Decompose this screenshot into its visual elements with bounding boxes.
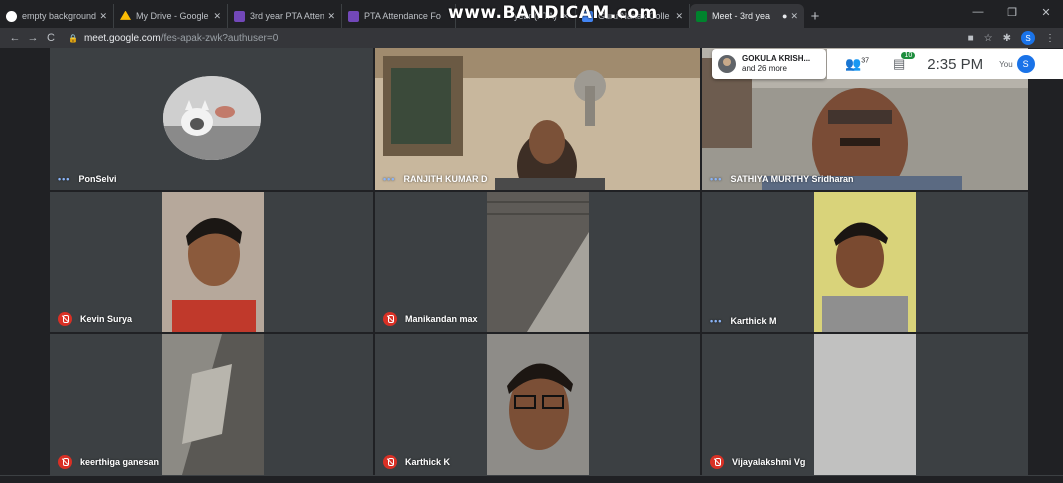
google-forms-icon xyxy=(348,10,359,22)
forward-icon[interactable]: → xyxy=(24,32,42,44)
you-label: You xyxy=(999,59,1013,69)
participants-count: 37 xyxy=(861,57,869,65)
participant-video xyxy=(162,334,264,475)
participant-name-label: ••• PonSelvi xyxy=(58,174,117,184)
close-tab-icon[interactable]: ✕ xyxy=(99,11,107,22)
restore-icon[interactable]: ❐ xyxy=(995,0,1029,24)
participant-name-label: ••• SATHIYA MURTHY Sridharan xyxy=(710,174,854,184)
meet-video-grid: ••• PonSelvi ••• RANJITH KUMAR D ••• SAT… xyxy=(0,48,1063,475)
bottom-bar-edge xyxy=(0,475,1063,483)
address-bar[interactable]: 🔒 meet.google.com/fes-apak-zwk?authuser=… xyxy=(68,33,278,44)
participant-tile[interactable]: ••• RANJITH KUMAR D xyxy=(375,48,700,190)
participant-tile[interactable]: ••• Karthick M xyxy=(702,192,1028,332)
participant-tile[interactable]: ••• PonSelvi xyxy=(50,48,373,190)
browser-tab-active[interactable]: Meet - 3rd yea ● ✕ xyxy=(690,4,804,28)
tab-title: 3rd year PTA Atten xyxy=(250,11,325,21)
meet-top-bar: 👥37 ▤ 10 2:35 PM You S xyxy=(827,49,1063,79)
back-icon[interactable]: ← xyxy=(6,32,24,44)
tab-title: empty background xyxy=(22,11,97,21)
participant-tile[interactable]: keerthiga ganesan xyxy=(50,334,373,475)
lock-icon: 🔒 xyxy=(68,33,78,43)
bandicam-watermark: www.BANDICAM.com xyxy=(448,3,658,23)
browser-tab[interactable]: 3rd year PTA Atten ✕ xyxy=(228,4,342,28)
chat-button[interactable]: ▤ 10 xyxy=(893,52,916,72)
close-tab-icon[interactable]: ✕ xyxy=(675,11,683,22)
browser-toolbar: ← → C 🔒 meet.google.com/fes-apak-zwk?aut… xyxy=(0,28,1063,48)
participant-name-label: keerthiga ganesan xyxy=(58,455,159,469)
chrome-icon xyxy=(6,10,17,22)
close-tab-icon[interactable]: ✕ xyxy=(213,11,221,22)
tab-title: Meet - 3rd yea xyxy=(712,11,771,21)
participant-tile[interactable]: Karthick K xyxy=(375,334,700,475)
participant-video xyxy=(814,192,916,332)
mic-off-icon xyxy=(383,455,397,469)
participant-avatar xyxy=(163,76,261,160)
browser-tab-strip: empty background ✕ My Drive - Google ✕ 3… xyxy=(0,0,1063,28)
url-path: /fes-apak-zwk?authuser=0 xyxy=(160,32,279,44)
participant-video xyxy=(375,48,700,190)
participant-name-label: Kevin Surya xyxy=(58,312,132,326)
meeting-clock: 2:35 PM xyxy=(927,55,984,73)
mic-off-icon xyxy=(58,455,72,469)
browser-tab[interactable]: PTA Attendance Fo xyxy=(342,4,456,28)
audio-indicator-icon: ••• xyxy=(710,316,723,326)
profile-avatar[interactable]: S xyxy=(1021,31,1035,45)
recording-dot-icon: ● xyxy=(782,11,788,21)
cat-photo xyxy=(163,76,261,160)
self-avatar[interactable]: S xyxy=(1016,55,1035,73)
google-drive-icon xyxy=(120,10,131,20)
toolbar-actions: ■ ☆ ✱ S ⋮ xyxy=(968,28,1055,48)
mic-off-icon xyxy=(383,312,397,326)
people-icon: 👥 xyxy=(845,56,862,71)
audio-indicator-icon: ••• xyxy=(58,174,71,184)
google-forms-icon xyxy=(234,10,245,22)
google-meet-icon xyxy=(696,10,707,22)
close-window-icon[interactable]: ✕ xyxy=(1029,0,1063,24)
participant-name-label: ••• RANJITH KUMAR D xyxy=(383,174,488,184)
browser-tab[interactable]: empty background ✕ xyxy=(0,4,114,28)
chat-count-badge: 10 xyxy=(901,52,916,59)
url-host: meet.google.com xyxy=(83,32,161,44)
participant-tile[interactable]: Kevin Surya xyxy=(50,192,373,332)
participant-video xyxy=(162,192,264,332)
participant-video xyxy=(487,334,589,475)
window-controls: — ❐ ✕ xyxy=(961,0,1063,24)
browser-tab[interactable]: My Drive - Google ✕ xyxy=(114,4,228,28)
new-tab-button[interactable]: + xyxy=(804,4,826,28)
presenter-more: and 26 more xyxy=(742,64,787,73)
star-icon[interactable]: ☆ xyxy=(984,33,993,44)
participant-name-label: ••• Karthick M xyxy=(710,316,777,326)
close-tab-icon[interactable]: ✕ xyxy=(327,11,335,22)
audio-indicator-icon: ••• xyxy=(383,174,396,184)
presenter-chip[interactable]: GOKULA KRISH... and 26 more xyxy=(712,49,826,79)
reload-icon[interactable]: C xyxy=(42,32,60,44)
people-button[interactable]: 👥37 xyxy=(845,56,869,72)
mic-off-icon xyxy=(58,312,72,326)
audio-indicator-icon: ••• xyxy=(710,174,723,184)
tab-title: My Drive - Google xyxy=(136,11,209,21)
participant-name-label: Vijayalakshmi Vg xyxy=(710,455,805,469)
presenter-name: GOKULA KRISH... xyxy=(742,54,811,63)
participant-name-label: Karthick K xyxy=(383,455,450,469)
minimize-icon[interactable]: — xyxy=(961,0,995,24)
mic-off-icon xyxy=(710,455,724,469)
participant-name-label: Manikandan max xyxy=(383,312,478,326)
close-tab-icon[interactable]: ✕ xyxy=(790,11,798,22)
participant-video xyxy=(487,192,589,332)
participant-video xyxy=(814,334,916,475)
presenter-avatar xyxy=(718,55,736,73)
tab-title: PTA Attendance Fo xyxy=(364,11,441,21)
participant-tile[interactable]: Vijayalakshmi Vg xyxy=(702,334,1028,475)
extensions-icon[interactable]: ✱ xyxy=(1003,33,1011,44)
camera-icon[interactable]: ■ xyxy=(968,33,974,44)
menu-icon[interactable]: ⋮ xyxy=(1045,33,1055,44)
participant-tile[interactable]: Manikandan max xyxy=(375,192,700,332)
